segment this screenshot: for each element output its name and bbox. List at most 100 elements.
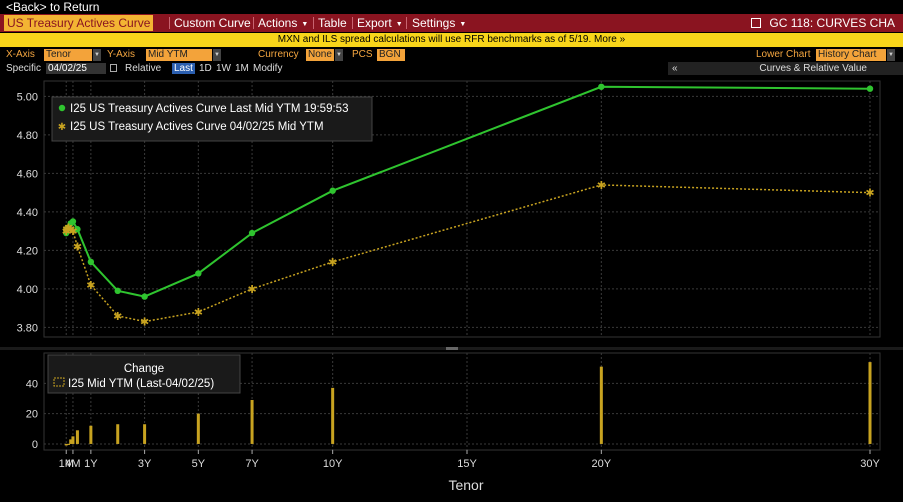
period-last-button[interactable]: Last bbox=[172, 63, 195, 74]
data-point: ✱ bbox=[86, 279, 95, 292]
x-tick-label: 5Y bbox=[192, 458, 206, 470]
period-1d-button[interactable]: 1D bbox=[199, 62, 212, 75]
bottom-chart-title: Change bbox=[124, 363, 164, 375]
y-tick-label: 4.80 bbox=[17, 130, 38, 142]
y-tick-label: 20 bbox=[26, 409, 38, 421]
menu-bar: US Treasury Actives Curve Custom Curve A… bbox=[0, 14, 903, 32]
change-bar bbox=[75, 430, 79, 444]
legend-marker bbox=[58, 104, 66, 112]
caret-down-icon: ▼ bbox=[459, 21, 467, 28]
y-tick-label: 40 bbox=[26, 378, 38, 390]
change-bar bbox=[599, 366, 603, 444]
modify-button[interactable]: Modify bbox=[253, 62, 282, 75]
x-tick-label: 7Y bbox=[245, 458, 259, 470]
y-axis-label: Y-Axis bbox=[107, 49, 135, 60]
divider-grip-icon[interactable] bbox=[446, 347, 458, 350]
legend-entry: I25 US Treasury Actives Curve Last Mid Y… bbox=[70, 103, 348, 115]
x-tick-label: 3Y bbox=[138, 458, 152, 470]
export-menu-label: Export bbox=[357, 16, 392, 30]
x-tick-label: 4M bbox=[65, 458, 80, 470]
table-menu[interactable]: Table bbox=[318, 15, 347, 31]
caret-down-icon: ▼ bbox=[395, 21, 403, 28]
currency-select[interactable]: None bbox=[306, 49, 334, 61]
notice-text[interactable]: MXN and ILS spread calculations will use… bbox=[0, 33, 903, 47]
menu-separator bbox=[253, 17, 254, 29]
x-axis-label: X-Axis bbox=[6, 49, 35, 60]
y-tick-label: 0 bbox=[32, 439, 38, 451]
data-point bbox=[87, 258, 95, 266]
external-window-icon[interactable] bbox=[751, 18, 762, 28]
back-link[interactable]: <Back> to Return bbox=[6, 0, 99, 14]
data-point bbox=[141, 293, 148, 300]
legend-entry: I25 US Treasury Actives Curve 04/02/25 M… bbox=[70, 121, 324, 133]
y-tick-label: 4.00 bbox=[17, 284, 38, 296]
date-controls: Specific 04/02/25 Relative Last 1D 1W 1M… bbox=[0, 62, 903, 75]
menu-separator bbox=[313, 17, 314, 29]
x-tick-label: 1Y bbox=[84, 458, 98, 470]
change-bar bbox=[250, 399, 254, 444]
side-panel-header: « Curves & Relative Value bbox=[668, 62, 903, 75]
actions-menu[interactable]: Actions ▼ bbox=[258, 15, 308, 31]
notice-banner: MXN and ILS spread calculations will use… bbox=[0, 33, 903, 47]
data-point: ✱ bbox=[113, 310, 122, 323]
data-point: ✱ bbox=[865, 187, 874, 200]
curve-title-menu[interactable]: US Treasury Actives Curve bbox=[4, 15, 154, 31]
data-point: ✱ bbox=[73, 241, 82, 254]
yield-curve-chart: 5.004.804.604.404.204.003.80✱✱✱✱✱✱✱✱ ✱✱✱✱… bbox=[0, 75, 903, 493]
settings-menu[interactable]: Settings ▼ bbox=[412, 15, 466, 31]
data-point: ✱ bbox=[68, 225, 77, 238]
data-point bbox=[598, 83, 605, 90]
actions-menu-label: Actions bbox=[258, 16, 298, 30]
legend-entry: I25 Mid YTM (Last-04/02/25) bbox=[68, 378, 214, 390]
y-tick-label: 4.20 bbox=[17, 245, 38, 257]
legend-marker: ✱ bbox=[58, 122, 66, 133]
chevron-down-icon[interactable]: ▼ bbox=[887, 49, 895, 61]
data-point: ✱ bbox=[247, 283, 256, 296]
data-point: ✱ bbox=[328, 256, 337, 269]
period-1w-button[interactable]: 1W bbox=[216, 62, 231, 75]
data-point: ✱ bbox=[194, 306, 203, 319]
period-1m-button[interactable]: 1M bbox=[235, 62, 249, 75]
specific-date-input[interactable]: 04/02/25 bbox=[46, 63, 106, 74]
screen-id-label: GC 118: CURVES CHA bbox=[769, 16, 895, 30]
y-tick-label: 5.00 bbox=[17, 91, 38, 103]
change-bar bbox=[196, 413, 200, 444]
lower-chart-select[interactable]: History Chart bbox=[816, 49, 886, 61]
x-axis-select[interactable]: Tenor bbox=[44, 49, 92, 61]
specific-label: Specific bbox=[6, 63, 42, 74]
x-axis-title: Tenor bbox=[448, 477, 483, 493]
top-bar: <Back> to Return bbox=[0, 0, 903, 14]
change-bar bbox=[143, 424, 147, 444]
side-panel-title: Curves & Relative Value bbox=[759, 63, 867, 74]
data-point bbox=[248, 229, 256, 237]
caret-down-icon: ▼ bbox=[301, 21, 309, 28]
change-bar bbox=[71, 436, 75, 444]
change-bar bbox=[116, 424, 120, 444]
screen-id: GC 118: CURVES CHA bbox=[751, 15, 895, 31]
chevron-down-icon[interactable]: ▼ bbox=[335, 49, 343, 61]
data-point bbox=[114, 287, 121, 295]
pcs-field[interactable]: BGN bbox=[377, 49, 405, 61]
currency-label: Currency bbox=[258, 49, 299, 60]
y-tick-label: 3.80 bbox=[17, 322, 38, 334]
pcs-label: PCS bbox=[352, 49, 373, 60]
x-tick-label: 30Y bbox=[860, 458, 880, 470]
chevron-down-icon[interactable]: ▼ bbox=[213, 49, 221, 61]
data-point: ✱ bbox=[140, 316, 149, 329]
change-bar bbox=[868, 362, 872, 444]
y-axis-select[interactable]: Mid YTM bbox=[146, 49, 212, 61]
relative-label: Relative bbox=[125, 63, 162, 74]
data-point: ✱ bbox=[597, 179, 606, 192]
settings-menu-label: Settings bbox=[412, 16, 456, 30]
chevron-down-icon[interactable]: ▼ bbox=[93, 49, 101, 61]
custom-curve-menu[interactable]: Custom Curve bbox=[174, 15, 251, 31]
export-menu[interactable]: Export ▼ bbox=[357, 15, 403, 31]
y-tick-label: 4.40 bbox=[17, 207, 38, 219]
collapse-button[interactable]: « bbox=[672, 62, 678, 75]
x-tick-label: 15Y bbox=[457, 458, 477, 470]
change-bar bbox=[331, 387, 335, 444]
menu-separator bbox=[169, 17, 170, 29]
calendar-icon[interactable] bbox=[110, 64, 117, 72]
lower-chart-label: Lower Chart bbox=[756, 49, 811, 60]
x-tick-label: 10Y bbox=[323, 458, 343, 470]
